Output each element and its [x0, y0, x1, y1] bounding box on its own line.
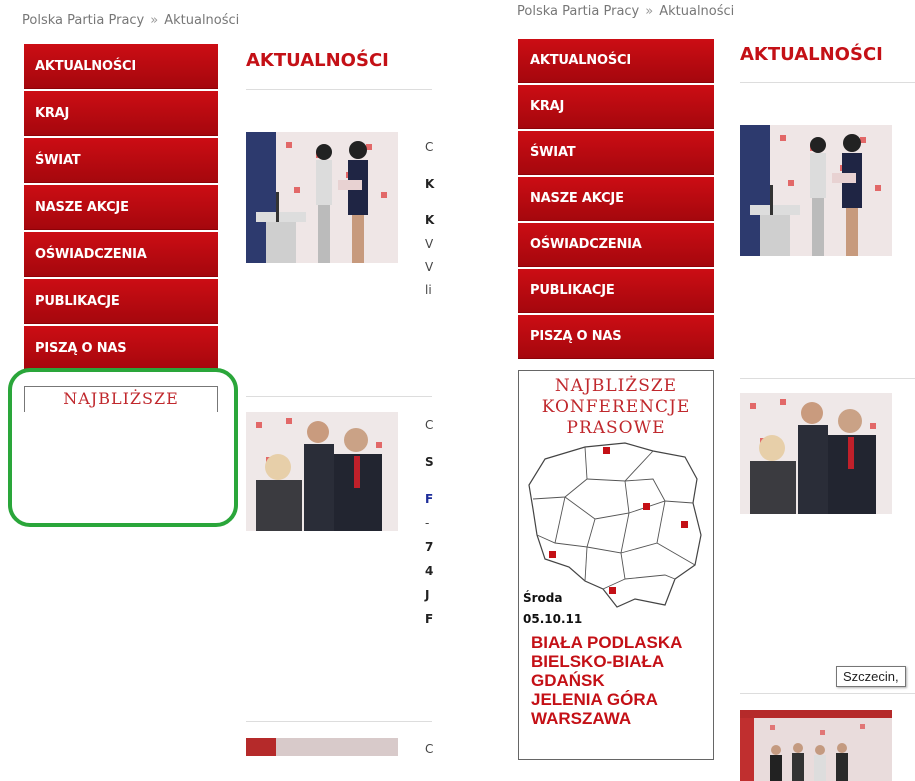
menu-item-label: OŚWIADCZENIA — [35, 246, 147, 262]
breadcrumb: Polska Partia Pracy » Aktualności — [22, 13, 239, 28]
menu-item-pisza-o-nas[interactable]: PISZĄ O NAS — [518, 315, 714, 359]
article-snippet: F — [425, 612, 434, 626]
menu-item-publikacje[interactable]: PUBLIKACJE — [24, 279, 218, 324]
article-snippet[interactable]: F — [425, 492, 433, 506]
menu-item-label: KRAJ — [530, 99, 565, 114]
breadcrumb: Polska Partia Pracy » Aktualności — [517, 4, 734, 19]
article-snippet: C — [425, 742, 434, 756]
menu-item-aktualnosci[interactable]: AKTUALNOŚCI — [518, 39, 714, 83]
article-snippet: C — [425, 140, 434, 154]
conferences-banner[interactable]: NAJBLIŻSZE KONFERENCJE PRASOWE Środa 05.… — [518, 370, 714, 760]
article-snippet: K — [425, 213, 435, 227]
article-photo[interactable] — [740, 125, 892, 256]
article-photo[interactable] — [246, 738, 398, 756]
breadcrumb-current: Aktualności — [164, 13, 240, 28]
banner-title-line: PRASOWE — [566, 418, 666, 438]
menu-item-kraj[interactable]: KRAJ — [24, 91, 218, 136]
menu-item-oswiadczenia[interactable]: OŚWIADCZENIA — [518, 223, 714, 267]
menu-item-swiat[interactable]: ŚWIAT — [518, 131, 714, 175]
menu-item-kraj[interactable]: KRAJ — [518, 85, 714, 129]
banner-day: Środa — [523, 591, 563, 605]
article-snippet: 4 — [425, 564, 434, 578]
menu-item-nasze-akcje[interactable]: NASZE AKCJE — [518, 177, 714, 221]
article-snippet: V — [425, 260, 434, 274]
menu-item-pisza-o-nas[interactable]: PISZĄ O NAS — [24, 326, 218, 371]
breadcrumb-separator: » — [645, 4, 654, 19]
divider — [740, 693, 915, 694]
photo-politicians — [740, 393, 892, 514]
photo-partial — [246, 738, 398, 756]
banner-date: 05.10.11 — [523, 612, 583, 626]
city-name: BIELSKO-BIAŁA — [531, 652, 665, 671]
menu-item-label: PISZĄ O NAS — [530, 329, 622, 344]
article-snippet: C — [425, 418, 434, 432]
divider — [740, 378, 915, 379]
menu-item-label: ŚWIAT — [530, 145, 576, 160]
menu-item-label: NASZE AKCJE — [530, 191, 624, 206]
city-name: JELENIA GÓRA — [531, 690, 658, 709]
page-title: AKTUALNOŚCI — [246, 50, 389, 71]
banner-title-line: NAJBLIŻSZE — [554, 376, 678, 396]
article-snippet: - — [425, 516, 430, 530]
menu-item-oswiadczenia[interactable]: OŚWIADCZENIA — [24, 232, 218, 277]
highlight-outline — [8, 368, 238, 527]
photo-press-conference — [740, 125, 892, 256]
city-name: BIAŁA PODLASKA — [531, 633, 683, 652]
breadcrumb-current: Aktualności — [659, 4, 735, 19]
divider — [740, 82, 915, 83]
menu-item-label: OŚWIADCZENIA — [530, 237, 642, 252]
article-snippet: 7 — [425, 540, 434, 554]
page-title: AKTUALNOŚCI — [740, 44, 883, 65]
banner-cities: BIAŁA PODLASKA BIELSKO-BIAŁA GDAŃSK JELE… — [531, 633, 682, 728]
menu-item-aktualnosci[interactable]: AKTUALNOŚCI — [24, 44, 218, 89]
divider — [246, 721, 432, 722]
menu-item-publikacje[interactable]: PUBLIKACJE — [518, 269, 714, 313]
divider — [246, 89, 432, 90]
city-name: WARSZAWA — [531, 709, 632, 728]
breadcrumb-home[interactable]: Polska Partia Pracy — [22, 13, 144, 28]
photo-group — [740, 710, 892, 781]
menu-item-label: PISZĄ O NAS — [35, 340, 127, 356]
divider — [246, 396, 432, 397]
menu-item-label: NASZE AKCJE — [35, 199, 129, 215]
tooltip: Szczecin, — [836, 666, 906, 687]
menu-item-swiat[interactable]: ŚWIAT — [24, 138, 218, 183]
breadcrumb-separator: » — [150, 13, 159, 28]
photo-press-conference — [246, 132, 398, 263]
article-photo[interactable] — [246, 132, 398, 263]
article-snippet: li — [425, 283, 432, 297]
poland-map-icon — [528, 442, 702, 608]
article-snippet[interactable]: K — [425, 177, 434, 191]
menu-item-nasze-akcje[interactable]: NASZE AKCJE — [24, 185, 218, 230]
article-snippet: J — [425, 588, 430, 602]
article-photo[interactable] — [740, 393, 892, 514]
menu-item-label: AKTUALNOŚCI — [530, 53, 631, 68]
article-snippet[interactable]: S — [425, 455, 434, 469]
city-name: GDAŃSK — [531, 671, 605, 690]
breadcrumb-home[interactable]: Polska Partia Pracy — [517, 4, 639, 19]
article-photo[interactable] — [246, 412, 398, 531]
menu-item-label: PUBLIKACJE — [35, 293, 120, 309]
menu-item-label: ŚWIAT — [35, 152, 81, 168]
menu-item-label: KRAJ — [35, 105, 70, 121]
menu-item-label: AKTUALNOŚCI — [35, 58, 136, 74]
banner-title-line: KONFERENCJE — [541, 397, 691, 417]
photo-politicians — [246, 412, 398, 531]
article-snippet: V — [425, 237, 434, 251]
menu-item-label: PUBLIKACJE — [530, 283, 615, 298]
article-photo[interactable] — [740, 710, 892, 781]
